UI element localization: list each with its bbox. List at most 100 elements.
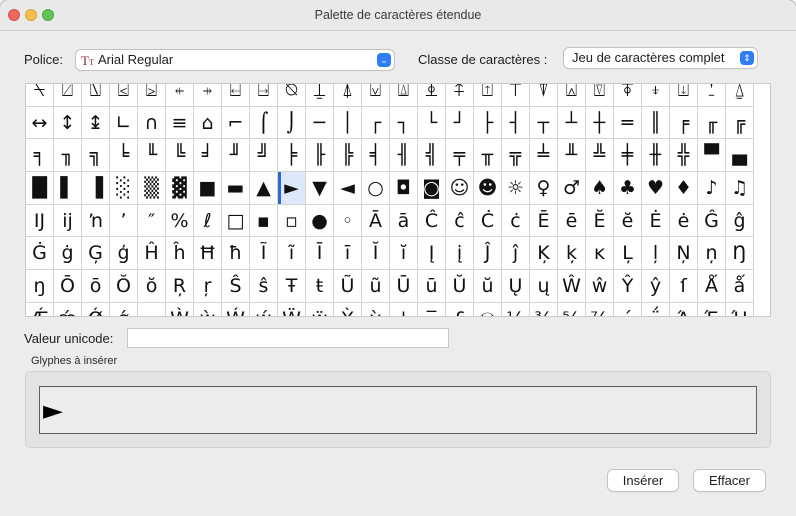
glyph-cell[interactable]: ŧ bbox=[306, 270, 334, 303]
glyph-cell[interactable]: ▒ bbox=[138, 172, 166, 205]
glyph-cell[interactable]: ℮ bbox=[474, 302, 502, 316]
glyph-cell[interactable]: ŉ bbox=[82, 204, 110, 238]
glyph-cell[interactable]: ○ bbox=[362, 172, 390, 205]
glyph-cell[interactable]: ▌ bbox=[54, 172, 82, 205]
glyph-cell[interactable]: ⍕ bbox=[614, 84, 642, 107]
glyph-cell[interactable]: ╚ bbox=[166, 139, 194, 173]
glyph-cell[interactable]: ⅞ bbox=[586, 302, 614, 316]
clear-button[interactable]: Effacer bbox=[694, 470, 765, 491]
glyph-cell[interactable]: ⍑ bbox=[502, 84, 530, 107]
glyph-cell[interactable]: ╬ bbox=[670, 139, 698, 173]
glyph-cell[interactable]: ẅ bbox=[306, 302, 334, 316]
glyph-cell[interactable]: Ή bbox=[726, 302, 754, 316]
glyph-cell[interactable]: Ė bbox=[642, 204, 670, 238]
glyph-cell[interactable]: ╜ bbox=[222, 139, 250, 173]
glyph-cell[interactable]: ⍗ bbox=[670, 84, 698, 107]
glyph-cell[interactable]: Ģ bbox=[82, 237, 110, 271]
glyph-cell[interactable]: ⍄ bbox=[138, 84, 166, 107]
glyph-cell[interactable]: Ĩ bbox=[250, 237, 278, 271]
glyph-cell[interactable]: ╥ bbox=[474, 139, 502, 173]
glyph-cell[interactable]: ċ bbox=[502, 204, 530, 238]
glyph-cell[interactable]: │ bbox=[334, 106, 362, 140]
glyph-cell[interactable]: ⍌ bbox=[362, 84, 390, 107]
glyph-cell[interactable]: ĥ bbox=[166, 237, 194, 271]
glyph-cell[interactable]: ↕ bbox=[54, 106, 82, 140]
glyph-cell[interactable]: ┌ bbox=[362, 106, 390, 140]
glyph-cell[interactable]: ╨ bbox=[558, 139, 586, 173]
glyph-cell[interactable]: Ŷ bbox=[614, 270, 642, 303]
glyph-cell[interactable]: ⍋ bbox=[334, 84, 362, 107]
glyph-cell[interactable]: ◦ bbox=[334, 204, 362, 238]
glyph-cell[interactable]: ■ bbox=[194, 172, 222, 205]
glyph-cell[interactable]: ⌡ bbox=[278, 106, 306, 140]
glyph-cell[interactable]: ĵ bbox=[502, 237, 530, 271]
glyph-cell[interactable]: Έ bbox=[698, 302, 726, 316]
glyph-cell[interactable]: Ĥ bbox=[138, 237, 166, 271]
glyph-cell[interactable]: ▫ bbox=[278, 204, 306, 238]
glyph-cell[interactable]: Ĕ bbox=[586, 204, 614, 238]
glyph-cell[interactable]: ╪ bbox=[614, 139, 642, 173]
glyph-cell[interactable]: ⍈ bbox=[250, 84, 278, 107]
glyph-cell[interactable]: ⅝ bbox=[558, 302, 586, 316]
glyph-cell[interactable]: ō bbox=[82, 270, 110, 303]
glyph-cell[interactable]: ⍉ bbox=[278, 84, 306, 107]
glyph-cell[interactable]: ╒ bbox=[670, 106, 698, 140]
glyph-cell[interactable]: ĳ bbox=[54, 204, 82, 238]
glyph-cell[interactable]: ╟ bbox=[306, 139, 334, 173]
glyph-cell[interactable]: ● bbox=[306, 204, 334, 238]
glyph-cell[interactable]: ⍏ bbox=[446, 84, 474, 107]
glyph-cell[interactable]: ╖ bbox=[54, 139, 82, 173]
glyph-cell[interactable]: ♪ bbox=[698, 172, 726, 205]
glyph-cell[interactable]: Ē bbox=[530, 204, 558, 238]
glyph-cell[interactable]: ◄ bbox=[334, 172, 362, 205]
glyph-cell[interactable]: ┼ bbox=[586, 106, 614, 140]
glyph-cell[interactable]: ŏ bbox=[138, 270, 166, 303]
glyph-cell[interactable]: Ŭ bbox=[446, 270, 474, 303]
glyph-cell[interactable]: ņ bbox=[698, 237, 726, 271]
glyph-cell[interactable]: Ũ bbox=[334, 270, 362, 303]
glyph-cell[interactable]: Ǽ bbox=[26, 302, 54, 316]
glyph-cell[interactable]: ĸ bbox=[586, 237, 614, 271]
glyph-cell[interactable]: Ŝ bbox=[222, 270, 250, 303]
character-grid[interactable]: ⍀ ⍁ ⍂ ⍃ ⍄ ⍅ ⍆ ⍇ ⍈ ⍉ ⍊ ⍋ ⍌ ⍍ ⍎ ⍏ ⍐ ⍑ ⍒ ⍓ ⍔ ⍕ ⍖ ⍗ ⍘ ⍙ ↔ ↕ ↨ ∟ ∩ ≡ ⌂ ⌐ ⌠ ⌡ ─ │ ┌ ┐… bbox=[25, 83, 771, 317]
glyph-cell[interactable]: ī bbox=[334, 237, 362, 271]
glyph-cell[interactable]: ⍘ bbox=[698, 84, 726, 107]
glyph-cell[interactable]: Ŋ bbox=[726, 237, 754, 271]
glyph-cell[interactable]: Ǻ bbox=[698, 270, 726, 303]
glyph-cell[interactable]: ⍂ bbox=[82, 84, 110, 107]
glyph-cell[interactable]: ╡ bbox=[362, 139, 390, 173]
glyph-cell[interactable]: ║ bbox=[642, 106, 670, 140]
glyph-cell[interactable]: ĕ bbox=[614, 204, 642, 238]
glyph-cell[interactable]: ╦ bbox=[502, 139, 530, 173]
glyph-cell[interactable]: ☺ bbox=[446, 172, 474, 205]
glyph-cell[interactable]: ⌂ bbox=[194, 106, 222, 140]
glyph-cell[interactable]: ⍁ bbox=[54, 84, 82, 107]
glyph-cell[interactable]: ╧ bbox=[530, 139, 558, 173]
glyph-cell[interactable]: ┤ bbox=[502, 106, 530, 140]
glyph-cell[interactable]: ā bbox=[390, 204, 418, 238]
character-class-popup[interactable]: Jeu de caractères complet ⇕ bbox=[564, 48, 757, 68]
glyph-cell[interactable]: ΄ bbox=[614, 302, 642, 316]
glyph-cell[interactable]: █ bbox=[26, 172, 54, 205]
glyph-cell[interactable]: ╣ bbox=[418, 139, 446, 173]
glyph-cell[interactable]: ‾ bbox=[418, 302, 446, 316]
glyph-cell[interactable]: Ŵ bbox=[558, 270, 586, 303]
glyph-cell[interactable]: Ĭ bbox=[362, 237, 390, 271]
glyph-cell[interactable]: Ά bbox=[670, 302, 698, 316]
glyph-cell[interactable]: ĭ bbox=[390, 237, 418, 271]
glyph-cell[interactable]: Ĉ bbox=[418, 204, 446, 238]
glyph-cell[interactable]: ▼ bbox=[306, 172, 334, 205]
glyph-cell[interactable]: ╓ bbox=[698, 106, 726, 140]
glyph-cell[interactable]: ſ bbox=[670, 270, 698, 303]
glyph-cell[interactable]: Ĵ bbox=[474, 237, 502, 271]
glyph-cell[interactable]: ġ bbox=[54, 237, 82, 271]
glyph-cell[interactable]: ļ bbox=[642, 237, 670, 271]
glyph-cell[interactable]: ╠ bbox=[334, 139, 362, 173]
glyph-cell[interactable]: ⍓ bbox=[558, 84, 586, 107]
glyph-cell[interactable]: ⍒ bbox=[530, 84, 558, 107]
glyph-cell[interactable]: ╙ bbox=[138, 139, 166, 173]
glyph-cell[interactable]: ⌠ bbox=[250, 106, 278, 140]
glyph-cell[interactable]: ☼ bbox=[502, 172, 530, 205]
glyph-cell[interactable]: ⍅ bbox=[166, 84, 194, 107]
glyph-cell[interactable]: ħ bbox=[222, 237, 250, 271]
